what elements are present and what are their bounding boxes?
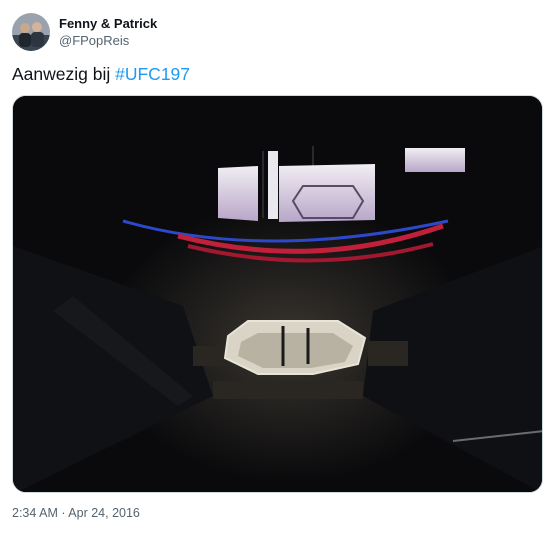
tweet-date: Apr 24, 2016 xyxy=(68,506,140,520)
tweet-photo[interactable] xyxy=(12,95,543,493)
tweet-header: Fenny & Patrick @FPopReis xyxy=(12,12,157,52)
arena-octagon-photo-icon xyxy=(13,96,542,492)
tweet-text-body: Aanwezig bij xyxy=(12,64,116,84)
user-handle[interactable]: @FPopReis xyxy=(59,32,157,49)
tweet-time: 2:34 AM xyxy=(12,506,58,520)
hashtag-link[interactable]: #UFC197 xyxy=(115,64,190,84)
timestamp-separator: · xyxy=(57,506,69,520)
avatar[interactable] xyxy=(12,13,50,51)
tweet-timestamp[interactable]: 2:34 AM · Apr 24, 2016 xyxy=(12,505,140,521)
profile-photo-icon xyxy=(12,13,50,51)
display-name[interactable]: Fenny & Patrick xyxy=(59,15,157,32)
tweet-text: Aanwezig bij #UFC197 xyxy=(12,62,190,86)
